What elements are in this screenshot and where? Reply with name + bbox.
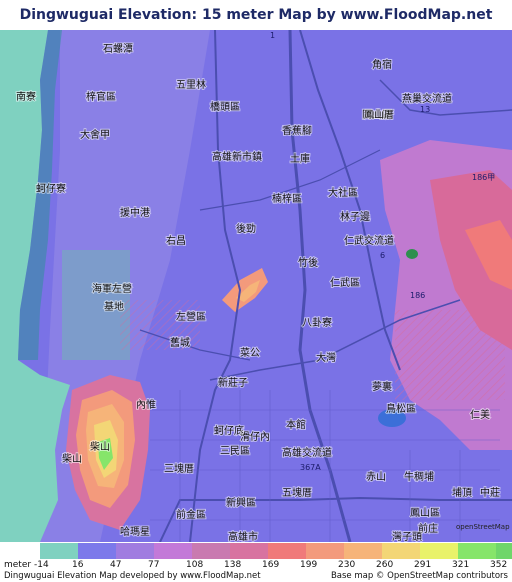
legend-swatch xyxy=(268,543,306,559)
place-label-zhongzhuang: 中莊 xyxy=(480,486,500,499)
place-label-caigong: 菜公 xyxy=(240,347,260,359)
place-label-yancheng: 新興區 xyxy=(226,496,256,509)
legend-threshold-label: 47 xyxy=(110,560,122,570)
place-label-qianjin: 前金區 xyxy=(176,508,206,521)
place-label-renwu: 仁武交流道 xyxy=(344,234,394,247)
place-label-haijun: 海軍左營 xyxy=(92,282,132,295)
place-label-youchang: 右昌 xyxy=(166,234,186,247)
place-label-zuoying: 左營區 xyxy=(176,310,206,323)
place-label-renwuqu: 仁武區 xyxy=(330,276,360,289)
legend-threshold-label: 169 xyxy=(262,560,280,570)
legend-swatch xyxy=(40,543,78,559)
lake-renwu xyxy=(406,249,418,259)
place-label-chaishan: 柴山 xyxy=(90,440,110,453)
place-label-jiucheng: 舊城 xyxy=(170,336,190,349)
place-label-jidi: 基地 xyxy=(104,300,124,313)
legend-threshold-label: 321 xyxy=(452,560,470,570)
legend-swatch xyxy=(116,543,154,559)
place-label-shiluoqian: 石螺潭 xyxy=(103,43,133,55)
place-label-linziban: 林子邊 xyxy=(340,210,370,223)
legend-swatch xyxy=(154,543,192,559)
legend-unit: meter xyxy=(4,560,32,570)
place-label-yanchao: 燕巢交流道 xyxy=(402,92,452,105)
place-label-xiangjiao: 香蕉腳 xyxy=(282,125,312,137)
place-label-nanzihou: 楠梓區 xyxy=(272,192,302,205)
place-label-sankuai: 三塊厝 xyxy=(164,462,194,475)
road-label-r1: 1 xyxy=(270,31,275,40)
legend-threshold-label: 199 xyxy=(300,560,318,570)
place-label-dawan: 大灣 xyxy=(316,351,336,364)
place-label-wukuai: 五塊厝 xyxy=(282,486,312,499)
road-label-r6: 6 xyxy=(380,251,385,260)
place-label-kaohsiungcity: 高雄市 xyxy=(228,530,258,542)
road-label-r13: 13 xyxy=(420,105,430,114)
elevation-map[interactable]: 石螺潭 南寮 梓官區 大舍甲 蚵仔寮 五里林 橋頭區 岡山區 角宿 燕巢交流道 鳳山厝 香蕉腳 高雄新市… xyxy=(0,30,512,542)
legend-min-label: -14 xyxy=(34,560,49,570)
legend-threshold-label: 260 xyxy=(376,560,394,570)
place-label-ziguan: 梓官區 xyxy=(86,90,116,103)
place-label-wulilin: 五里林 xyxy=(176,78,206,91)
legend-color-scale xyxy=(40,543,512,559)
place-label-bagua: 八卦寮 xyxy=(302,316,332,329)
slope-hatch-1 xyxy=(395,310,505,400)
place-label-tuku: 土庫 xyxy=(290,152,310,165)
road-label-r186a: 186甲 xyxy=(472,173,495,182)
place-label-renmei: 仁美 xyxy=(470,408,490,421)
place-label-mengli: 夢裏 xyxy=(372,380,392,393)
legend-swatch xyxy=(344,543,382,559)
place-label-kaohsiungnew: 高雄新市鎮 xyxy=(212,150,262,163)
map-title: Dingwuguai Elevation: 15 meter Map by ww… xyxy=(19,7,493,53)
place-label-dashe: 大舍甲 xyxy=(80,128,110,141)
place-label-niaosong: 鳥松區 xyxy=(386,402,416,415)
place-label-chishan: 赤山 xyxy=(366,471,386,483)
place-label-neiwei: 內惟 xyxy=(136,398,156,411)
place-label-benguan: 本館 xyxy=(286,418,306,431)
place-label-houjin: 後勁 xyxy=(236,222,256,235)
place-label-weiding: 埔頂 xyxy=(452,486,472,499)
legend-threshold-label: 108 xyxy=(186,560,204,570)
place-label-fengshan: 鳳山厝 xyxy=(364,109,394,121)
place-label-nanliao: 南寮 xyxy=(16,90,36,103)
legend-threshold-label: 77 xyxy=(148,560,160,570)
legend-threshold-label: 230 xyxy=(338,560,356,570)
legend-swatch xyxy=(78,543,116,559)
place-label-sanmin: 三民區 xyxy=(220,445,250,457)
place-label-chaishan2: 柴山 xyxy=(62,452,82,465)
map-footer: Dingwuguai Elevation Map developed by ww… xyxy=(0,571,512,582)
footer-credit: Dingwuguai Elevation Map developed by ww… xyxy=(4,571,261,581)
road-label-r367a: 367A xyxy=(300,463,321,472)
place-label-hamaxing: 哈瑪星 xyxy=(120,525,150,538)
place-label-qiaotou: 橋頭區 xyxy=(210,100,240,113)
footer-attribution: Base map © OpenStreetMap contributors xyxy=(330,571,508,581)
place-label-zhuhou: 竹後 xyxy=(298,256,318,269)
road-label-r186: 186 xyxy=(410,291,425,300)
place-label-niuchou: 牛稠埔 xyxy=(404,470,434,483)
legend-threshold-label: 16 xyxy=(72,560,84,570)
place-label-dashequ: 大社區 xyxy=(328,186,358,199)
place-label-xinzhuangzi: 新莊子 xyxy=(218,376,248,389)
place-label-fengshanqu: 鳳山區 xyxy=(410,507,440,519)
osm-brand: openStreetMap xyxy=(456,523,510,531)
legend-swatch xyxy=(382,543,420,559)
place-label-kaohsiungjiao: 高雄交流道 xyxy=(282,446,332,459)
place-label-jiaodingshan: 角宿 xyxy=(372,58,392,71)
place-label-dingzijiao: 蚵仔寮 xyxy=(36,182,66,195)
legend-swatch xyxy=(230,543,268,559)
legend-threshold-label: 138 xyxy=(224,560,242,570)
place-label-zhongzhou: 援中港 xyxy=(120,206,150,219)
legend-swatch xyxy=(420,543,458,559)
legend-swatch xyxy=(496,543,512,559)
place-label-huanian: 滑仔內 xyxy=(240,431,270,443)
place-label-wagongzi: 灣子頭 xyxy=(392,531,422,542)
legend-threshold-label: 352 xyxy=(490,560,508,570)
legend-threshold-label: 291 xyxy=(414,560,432,570)
legend-swatch xyxy=(306,543,344,559)
legend-swatch xyxy=(192,543,230,559)
legend-swatch xyxy=(458,543,496,559)
